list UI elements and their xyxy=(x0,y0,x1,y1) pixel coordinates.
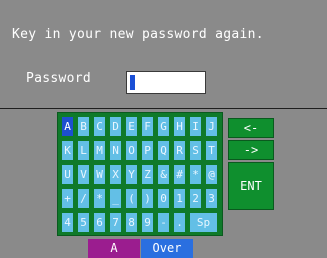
key-char[interactable]: + xyxy=(62,189,73,208)
key-char[interactable]: Z xyxy=(142,165,153,184)
key-char[interactable]: ( xyxy=(126,189,137,208)
key-char[interactable]: & xyxy=(158,165,169,184)
key-char[interactable]: J xyxy=(206,117,217,136)
password-field[interactable] xyxy=(126,71,206,94)
key-char[interactable]: B xyxy=(78,117,89,136)
key-char[interactable]: 1 xyxy=(174,189,185,208)
cursor-right-button[interactable]: -> xyxy=(228,140,274,160)
key-char[interactable]: @ xyxy=(206,165,217,184)
key-char[interactable]: S xyxy=(190,141,201,160)
key-char[interactable]: F xyxy=(142,117,153,136)
key-char[interactable]: ) xyxy=(142,189,153,208)
key-char[interactable]: 6 xyxy=(94,213,105,232)
key-char[interactable]: P xyxy=(142,141,153,160)
key-char[interactable]: L xyxy=(78,141,89,160)
cursor-left-button[interactable]: <- xyxy=(228,118,274,138)
key-char[interactable]: 0 xyxy=(158,189,169,208)
password-label: Password xyxy=(26,71,92,86)
key-char[interactable]: 9 xyxy=(142,213,153,232)
key-char[interactable]: M xyxy=(94,141,105,160)
key-char[interactable]: W xyxy=(94,165,105,184)
key-char[interactable]: U xyxy=(62,165,73,184)
key-char[interactable]: E xyxy=(126,117,137,136)
prompt-message: Key in your new password again. xyxy=(12,27,264,42)
prompt-panel: Key in your new password again. Password xyxy=(0,0,327,108)
key-char[interactable]: 2 xyxy=(190,189,201,208)
key-char[interactable]: D xyxy=(110,117,121,136)
key-char[interactable]: * xyxy=(190,165,201,184)
key-char[interactable]: 8 xyxy=(126,213,137,232)
key-char[interactable]: N xyxy=(110,141,121,160)
key-space[interactable]: Sp xyxy=(190,213,217,232)
key-char[interactable]: X xyxy=(110,165,121,184)
key-char[interactable]: Q xyxy=(158,141,169,160)
key-char[interactable]: _ xyxy=(110,189,121,208)
enter-button[interactable]: ENT xyxy=(228,162,274,210)
key-char[interactable]: / xyxy=(78,189,89,208)
key-char[interactable]: T xyxy=(206,141,217,160)
key-char[interactable]: # xyxy=(174,165,185,184)
key-char[interactable]: V xyxy=(78,165,89,184)
key-char[interactable]: . xyxy=(174,213,185,232)
key-char[interactable]: - xyxy=(158,213,169,232)
input-mode-button[interactable]: A xyxy=(88,239,140,258)
key-char[interactable]: * xyxy=(94,189,105,208)
overwrite-mode-indicator[interactable]: Over xyxy=(141,239,193,258)
key-char[interactable]: 3 xyxy=(206,189,217,208)
key-char[interactable]: Y xyxy=(126,165,137,184)
key-char[interactable]: C xyxy=(94,117,105,136)
key-char[interactable]: G xyxy=(158,117,169,136)
key-char[interactable]: 7 xyxy=(110,213,121,232)
key-char[interactable]: I xyxy=(190,117,201,136)
character-keypad: A B C D E F G H I J K L M N O P Q R S T U V W X Y Z & # * @ + / * _ () 0 1 2 3… xyxy=(57,112,223,236)
key-char[interactable]: 5 xyxy=(78,213,89,232)
key-char[interactable]: H xyxy=(174,117,185,136)
text-cursor xyxy=(130,75,135,90)
divider xyxy=(0,108,327,109)
key-char[interactable]: 4 xyxy=(62,213,73,232)
key-char[interactable]: A xyxy=(62,117,73,136)
key-char[interactable]: O xyxy=(126,141,137,160)
key-char[interactable]: R xyxy=(174,141,185,160)
key-char[interactable]: K xyxy=(62,141,73,160)
